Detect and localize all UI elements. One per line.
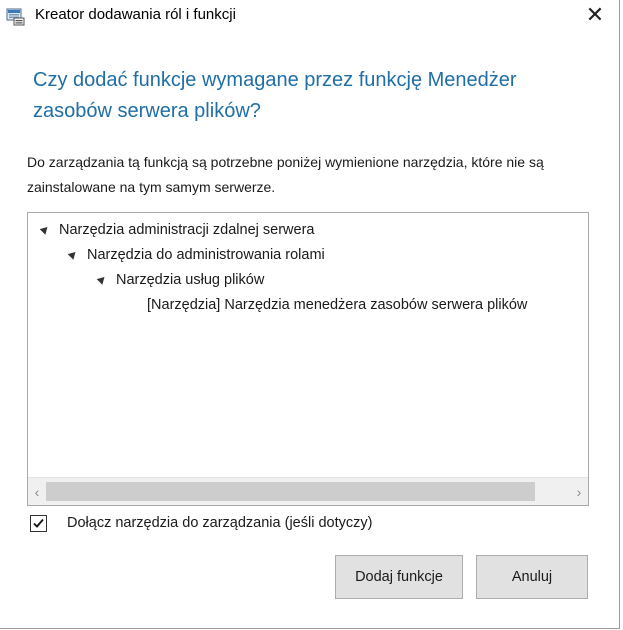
chevron-left-icon: ‹ <box>34 483 40 500</box>
features-tree[interactable]: Narzędzia administracji zdalnej serwera … <box>27 212 589 506</box>
add-features-button[interactable]: Dodaj funkcje <box>335 555 463 599</box>
dialog-window: Kreator dodawania ról i funkcji ✕ Czy do… <box>0 0 620 629</box>
scroll-right-button[interactable]: › <box>570 478 588 505</box>
tree-item-fsrm-tools[interactable]: [Narzędzia] Narzędzia menedżera zasobów … <box>147 292 527 318</box>
title-bar[interactable]: Kreator dodawania ról i funkcji ✕ <box>0 0 619 30</box>
chevron-right-icon: › <box>576 483 582 500</box>
cancel-button[interactable]: Anuluj <box>476 555 588 599</box>
horizontal-scrollbar[interactable]: ‹ › <box>28 477 588 505</box>
server-manager-icon <box>5 6 25 26</box>
window-title: Kreator dodawania ról i funkcji <box>35 6 236 23</box>
scrollbar-thumb[interactable] <box>46 482 535 501</box>
close-button[interactable]: ✕ <box>577 0 613 30</box>
close-icon: ✕ <box>585 2 605 27</box>
include-tools-option[interactable]: Dołącz narzędzia do zarządzania (jeśli d… <box>30 512 372 534</box>
include-tools-checkbox[interactable] <box>30 514 47 532</box>
expand-triangle-icon[interactable] <box>96 274 108 285</box>
tree-item-remote-admin-tools[interactable]: Narzędzia administracji zdalnej serwera <box>39 217 314 243</box>
tree-item-role-admin-tools[interactable]: Narzędzia do administrowania rolami <box>67 242 325 268</box>
dialog-heading: Czy dodać funkcje wymagane przez funkcję… <box>33 69 517 122</box>
tree-item-file-services-tools[interactable]: Narzędzia usług plików <box>96 267 264 293</box>
include-tools-label[interactable]: Dołącz narzędzia do zarządzania (jeśli d… <box>67 515 372 531</box>
dialog-description: Do zarządzania tą funkcją są potrzebne p… <box>27 154 544 195</box>
checkmark-icon <box>33 518 44 528</box>
expand-triangle-icon[interactable] <box>67 249 79 260</box>
expand-triangle-icon[interactable] <box>39 224 51 235</box>
scroll-left-button[interactable]: ‹ <box>28 478 46 505</box>
